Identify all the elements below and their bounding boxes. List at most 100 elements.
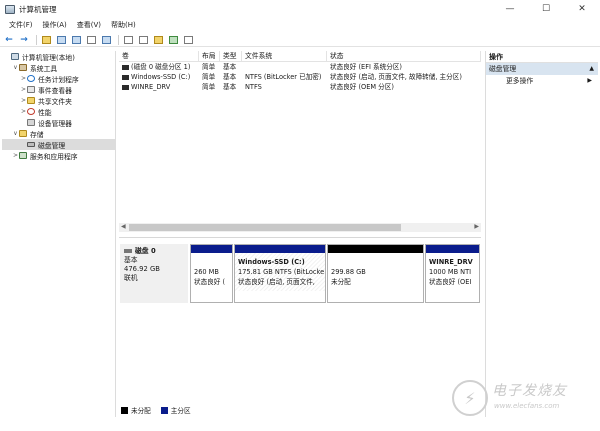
scroll-right-icon[interactable]: ▶	[474, 223, 479, 230]
disk-0-label[interactable]: 磁盘 0 基本 476.92 GB 联机	[120, 244, 188, 303]
properties-icon[interactable]	[85, 34, 97, 45]
tree-item-label: 共享文件夹	[38, 97, 72, 106]
actions-section-label: 磁盘管理	[489, 65, 517, 73]
show-hide-tree-icon[interactable]	[55, 34, 67, 45]
disk-properties-icon[interactable]	[167, 34, 179, 45]
toolbar-separator	[36, 34, 37, 45]
table-row[interactable]: Windows-SSD (C:) 简单 基本 NTFS (BitLocker 已加密)…	[119, 72, 481, 82]
watermark-cn: 电子发烧友	[492, 383, 567, 399]
tree-item[interactable]: 设备管理器	[2, 117, 115, 128]
forward-arrow-icon[interactable]: →	[18, 34, 30, 45]
help-icon[interactable]	[70, 34, 82, 45]
legend-swatch-primary	[160, 406, 168, 414]
minimize-button[interactable]: —	[492, 0, 528, 18]
tree-item[interactable]: ∨ 存储	[2, 128, 115, 139]
folder-search-icon[interactable]	[152, 34, 164, 45]
tree-item[interactable]: > 性能	[2, 106, 115, 117]
partition-windows-ssd[interactable]: Windows-SSD (C:) 175.81 GB NTFS (BitLock…	[234, 244, 326, 303]
clock-icon	[27, 75, 35, 82]
tree-item[interactable]: 计算机管理(本地)	[2, 51, 115, 62]
partition-winre[interactable]: WINRE_DRV 1000 MB NTI 状态良好 (OEI	[425, 244, 480, 303]
maximize-button[interactable]: ☐	[528, 0, 564, 18]
table-cell: 基本	[223, 73, 237, 81]
scroll-left-icon[interactable]: ◀	[121, 223, 126, 230]
tree-item-label: 性能	[38, 108, 52, 117]
collapse-caret-icon[interactable]: >	[20, 86, 27, 93]
primary-partition-bar	[235, 245, 325, 253]
collapse-caret-icon[interactable]: >	[12, 152, 19, 159]
expand-caret-icon[interactable]: ∨	[12, 64, 19, 71]
menu-view[interactable]: 查看(V)	[72, 20, 106, 30]
volume-rows: (磁盘 0 磁盘分区 1) 简单 基本 状态良好 (EFI 系统分区) Windows-…	[119, 62, 481, 92]
menu-help[interactable]: 帮助(H)	[106, 20, 141, 30]
up-folder-icon[interactable]	[40, 34, 52, 45]
legend-swatch-unallocated	[121, 406, 128, 414]
menu-file[interactable]: 文件(F)	[4, 20, 38, 30]
disk-legend: 未分配 主分区	[121, 405, 201, 415]
column-header-volume[interactable]: 卷	[119, 50, 199, 62]
tools-icon	[19, 64, 27, 71]
volume-name: Windows-SSD (C:)	[131, 73, 191, 81]
tree-item[interactable]: > 事件查看器	[2, 84, 115, 95]
document-icon[interactable]	[137, 34, 149, 45]
collapse-caret-icon[interactable]: ▲	[589, 63, 594, 75]
column-header-type[interactable]: 类型	[220, 50, 242, 62]
tree-item[interactable]: 磁盘管理	[2, 139, 115, 150]
navigation-tree: 计算机管理(本地) ∨ 系统工具 > 任务计划程序 > 事件查看器 > 共享文件夹 > 性能 设备管理…	[2, 51, 116, 417]
submenu-arrow-icon: ▶	[587, 77, 592, 84]
show-action-pane-icon[interactable]	[100, 34, 112, 45]
computer-management-icon	[5, 4, 15, 14]
disk-icon	[124, 249, 132, 253]
legend-primary: 主分区	[160, 405, 191, 415]
actions-section-disk-management[interactable]: 磁盘管理 ▲	[486, 63, 598, 75]
window-title: 计算机管理	[19, 4, 57, 14]
scrollbar-thumb[interactable]	[129, 224, 401, 231]
volume-name: WINRE_DRV	[131, 83, 171, 91]
table-row[interactable]: WINRE_DRV 简单 基本 NTFS 状态良好 (OEM 分区)	[119, 82, 481, 92]
table-cell: 基本	[223, 83, 237, 91]
horizontal-scrollbar[interactable]: ◀ ▶	[119, 223, 481, 232]
check-icon[interactable]	[122, 34, 134, 45]
event-viewer-icon	[27, 86, 35, 93]
disk-size: 476.92 GB	[124, 265, 160, 273]
tree-item-label: 事件查看器	[38, 86, 72, 95]
partition-name	[331, 257, 420, 267]
table-cell: 简单	[202, 83, 216, 91]
column-header-layout[interactable]: 布局	[199, 50, 220, 62]
watermark: ⚡ 电子发烧友 www.elecfans.com	[452, 378, 592, 423]
tree-item[interactable]: > 服务和应用程序	[2, 150, 115, 161]
back-arrow-icon[interactable]: ←	[3, 34, 15, 45]
table-cell: NTFS (BitLocker 已加密)	[245, 73, 322, 81]
partition-status: 未分配	[331, 278, 351, 286]
collapse-caret-icon[interactable]: >	[20, 75, 27, 82]
tree-item-label: 磁盘管理	[38, 141, 66, 150]
menu-bar: 文件(F) 操作(A) 查看(V) 帮助(H)	[0, 18, 600, 32]
tree-item[interactable]: > 任务计划程序	[2, 73, 115, 84]
table-row[interactable]: (磁盘 0 磁盘分区 1) 简单 基本 状态良好 (EFI 系统分区)	[119, 62, 481, 72]
partition-efi[interactable]: 260 MB 状态良好 (	[190, 244, 233, 303]
partition-size: 260 MB	[194, 268, 219, 276]
more-actions-item[interactable]: 更多操作 ▶	[486, 75, 598, 87]
table-cell	[242, 62, 327, 72]
tree-item[interactable]: > 共享文件夹	[2, 95, 115, 106]
column-header-filesystem[interactable]: 文件系统	[242, 50, 327, 62]
expand-caret-icon[interactable]: ∨	[12, 130, 19, 137]
list-view-icon[interactable]	[182, 34, 194, 45]
disk-icon	[27, 142, 35, 147]
partition-size: 299.88 GB	[331, 268, 366, 276]
volume-icon	[122, 64, 129, 70]
collapse-caret-icon[interactable]: >	[20, 108, 27, 115]
toolbar: ← →	[0, 33, 600, 47]
close-button[interactable]: ✕	[564, 0, 600, 18]
collapse-caret-icon[interactable]: >	[20, 97, 27, 104]
legend-label: 未分配	[131, 407, 151, 415]
partition-unallocated[interactable]: 299.88 GB 未分配	[327, 244, 424, 303]
menu-action[interactable]: 操作(A)	[38, 20, 72, 30]
volume-list: 卷 布局 类型 文件系统 状态 (磁盘 0 磁盘分区 1) 简单 基本 状态良好 (E…	[119, 50, 481, 236]
tree-item[interactable]: ∨ 系统工具	[2, 62, 115, 73]
partition-size: 175.81 GB NTFS (BitLocke	[238, 268, 325, 276]
disk-map: 磁盘 0 基本 476.92 GB 联机 260 MB 状态良好 ( Windo…	[119, 237, 481, 401]
actions-title: 操作	[486, 51, 598, 63]
toolbar-separator	[118, 34, 119, 45]
column-header-status[interactable]: 状态	[327, 50, 481, 62]
